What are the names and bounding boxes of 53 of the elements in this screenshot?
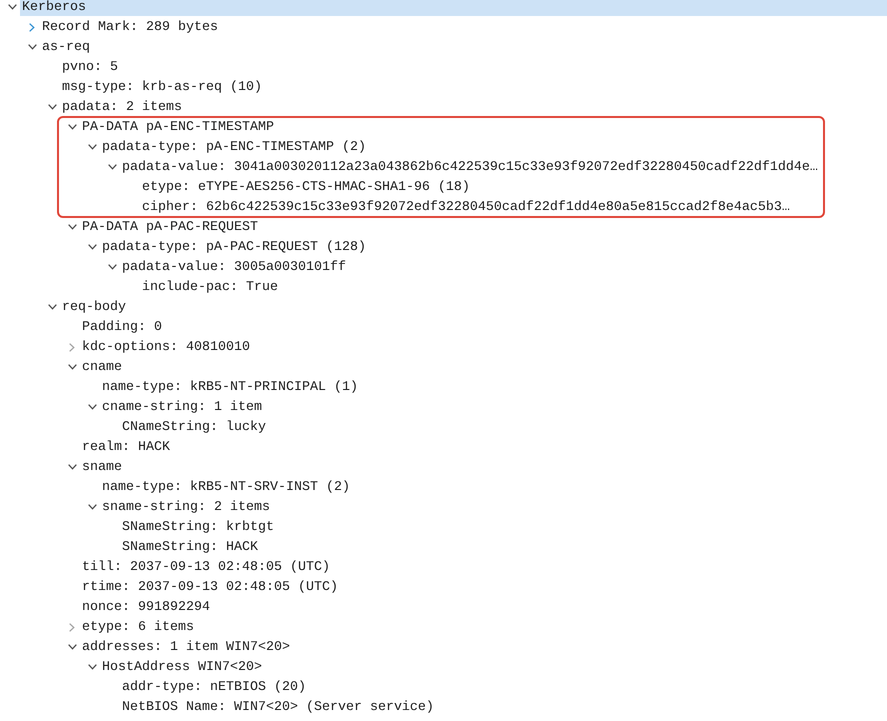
chevron-down-icon[interactable]: [88, 504, 96, 510]
chevron-down-icon[interactable]: [48, 304, 56, 310]
tree-item[interactable]: include-pac: True: [140, 278, 280, 296]
chevron-down-icon[interactable]: [88, 144, 96, 150]
tree-item[interactable]: padata-type: pA-ENC-TIMESTAMP (2): [100, 138, 368, 156]
tree-item[interactable]: sname: [80, 458, 124, 476]
chevron-down-icon[interactable]: [48, 104, 56, 110]
tree-item[interactable]: sname-string: 2 items: [100, 498, 272, 516]
tree-item[interactable]: padata-value: 3041a003020112a23a043862b6c422539c15c33e93f92072edf32280450cadf22df1dd4e…: [120, 158, 820, 176]
tree-item[interactable]: addr-type: nETBIOS (20): [120, 678, 308, 696]
tree-item[interactable]: padata-value: 3005a0030101ff: [120, 258, 348, 276]
tree-item[interactable]: etype: eTYPE-AES256-CTS-HMAC-SHA1-96 (18): [140, 178, 472, 196]
tree-item[interactable]: rtime: 2037-09-13 02:48:05 (UTC): [80, 578, 340, 596]
tree-item[interactable]: Record Mark: 289 bytes: [40, 18, 220, 36]
chevron-down-icon[interactable]: [88, 664, 96, 670]
chevron-down-icon[interactable]: [68, 364, 76, 370]
tree-item[interactable]: PA-DATA pA-ENC-TIMESTAMP: [80, 118, 276, 136]
tree-item[interactable]: padata-type: pA-PAC-REQUEST (128): [100, 238, 368, 256]
tree-item[interactable]: as-req: [40, 38, 92, 56]
chevron-down-icon[interactable]: [108, 264, 116, 270]
chevron-down-icon[interactable]: [68, 464, 76, 470]
tree-item[interactable]: SNameString: HACK: [120, 538, 260, 556]
chevron-down-icon[interactable]: [108, 164, 116, 170]
tree-item[interactable]: Kerberos: [20, 0, 887, 16]
chevron-down-icon[interactable]: [88, 404, 96, 410]
tree-item[interactable]: req-body: [60, 298, 128, 316]
tree-item[interactable]: etype: 6 items: [80, 618, 196, 636]
tree-item[interactable]: name-type: kRB5-NT-SRV-INST (2): [100, 478, 352, 496]
tree-item[interactable]: pvno: 5: [60, 58, 120, 76]
tree-item[interactable]: addresses: 1 item WIN7<20>: [80, 638, 292, 656]
tree-item[interactable]: HostAddress WIN7<20>: [100, 658, 264, 676]
tree-item[interactable]: kdc-options: 40810010: [80, 338, 252, 356]
tree-item[interactable]: name-type: kRB5-NT-PRINCIPAL (1): [100, 378, 360, 396]
tree-item[interactable]: padata: 2 items: [60, 98, 184, 116]
tree-item[interactable]: PA-DATA pA-PAC-REQUEST: [80, 218, 260, 236]
tree-item[interactable]: cname: [80, 358, 124, 376]
chevron-down-icon[interactable]: [68, 124, 76, 130]
chevron-down-icon[interactable]: [28, 44, 36, 50]
chevron-down-icon[interactable]: [68, 644, 76, 650]
tree-item[interactable]: Padding: 0: [80, 318, 164, 336]
tree-item[interactable]: nonce: 991892294: [80, 598, 212, 616]
chevron-down-icon[interactable]: [8, 4, 16, 10]
tree-item[interactable]: till: 2037-09-13 02:48:05 (UTC): [80, 558, 332, 576]
tree-item[interactable]: realm: HACK: [80, 438, 172, 456]
tree-item[interactable]: CNameString: lucky: [120, 418, 268, 436]
tree-item[interactable]: cname-string: 1 item: [100, 398, 264, 416]
chevron-right-icon[interactable]: [29, 22, 35, 32]
tree-item[interactable]: msg-type: krb-as-req (10): [60, 78, 264, 96]
tree-item[interactable]: SNameString: krbtgt: [120, 518, 276, 536]
tree-item[interactable]: cipher: 62b6c422539c15c33e93f92072edf32280450cadf22df1dd4e80a5e815ccad2f8e4ac5b3…: [140, 198, 792, 216]
chevron-down-icon[interactable]: [68, 224, 76, 230]
chevron-down-icon[interactable]: [88, 244, 96, 250]
tree-item[interactable]: NetBIOS Name: WIN7<20> (Server service): [120, 698, 436, 716]
